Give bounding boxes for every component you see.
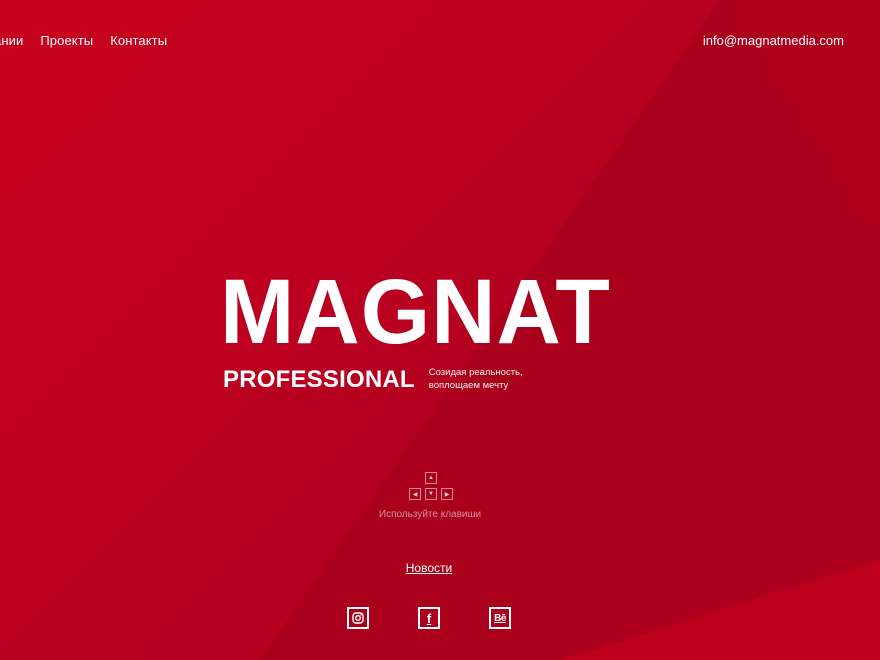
arrow-right-key-icon[interactable]: ▶ <box>441 488 453 500</box>
news-container: Новости <box>0 559 858 577</box>
arrow-up-key-icon[interactable]: ▲ <box>425 472 437 484</box>
hero-subrow: PROFESSIONAL Созидая реальность, воплоща… <box>220 366 650 394</box>
arrow-left-key-icon[interactable]: ◀ <box>409 488 421 500</box>
tagline: Созидая реальность, воплощаем мечту <box>428 367 523 391</box>
arrow-keys-hint: ▲ ◀ ▼ ▶ <box>409 472 453 502</box>
keys-hint-text: Используйте клавиши <box>378 509 482 520</box>
instagram-icon[interactable] <box>347 607 369 629</box>
news-link[interactable]: Новости <box>406 561 452 575</box>
arrow-down-key-icon[interactable]: ▼ <box>425 488 437 500</box>
top-nav: ании Проекты Контакты <box>0 33 167 48</box>
hero: MAGNAT PROFESSIONAL Созидая реальность, … <box>220 266 650 394</box>
email-link[interactable]: info@magnatmedia.com <box>703 33 844 48</box>
facebook-icon[interactable]: f <box>418 607 440 629</box>
brand-title: MAGNAT <box>220 261 611 363</box>
nav-link-projects[interactable]: Проекты <box>40 33 93 48</box>
brand-subtitle: PROFESSIONAL <box>223 366 415 393</box>
behance-icon[interactable]: Bē <box>489 607 511 629</box>
nav-link-contacts[interactable]: Контакты <box>110 33 167 48</box>
nav-link-company[interactable]: ании <box>0 33 23 48</box>
